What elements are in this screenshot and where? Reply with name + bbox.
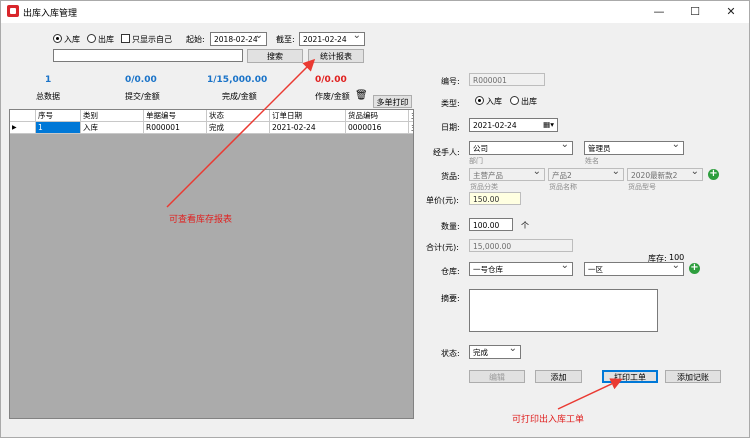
app-window: 出库入库管理 — ☐ ✕ 入库 出库 只显示自己 起始: 2018-02-24 …	[0, 0, 750, 438]
annotation-arrows	[166, 58, 623, 410]
report-arrow	[166, 58, 316, 208]
print-arrow	[557, 378, 623, 410]
